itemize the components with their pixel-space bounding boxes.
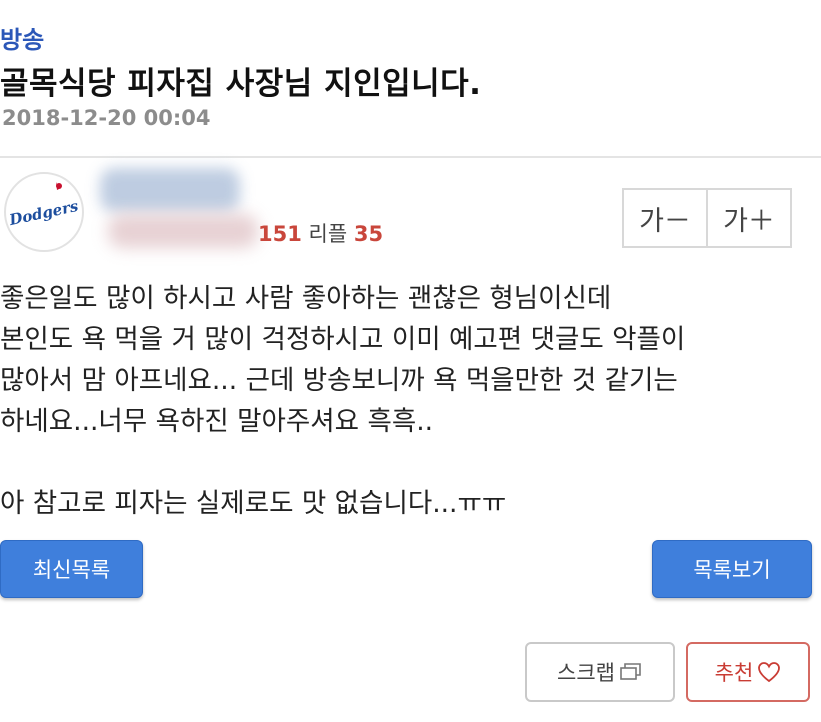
post-date: 2018-12-20 00:04	[2, 106, 211, 130]
font-size-control: 가－ 가＋	[622, 188, 792, 248]
body-line: 하네요...너무 욕하진 말아주셔요 흑흑..	[0, 406, 434, 437]
blurred-userinfo	[108, 214, 258, 248]
body-line: 많아서 맘 아프네요... 근데 방송보니까 욕 먹을만한 것 같기는	[0, 365, 678, 396]
author-avatar[interactable]: Dodgers	[4, 172, 84, 252]
header-divider	[0, 156, 821, 158]
body-line: 본인도 욕 먹을 거 많이 걱정하시고 이미 예고편 댓글도 악플이	[0, 324, 686, 355]
recommend-label: 추천	[714, 661, 754, 685]
font-increase-button[interactable]: 가＋	[706, 190, 790, 246]
scrap-button[interactable]: 스크랩	[525, 642, 675, 702]
post-title: 골목식당 피자집 사장님 지인입니다.	[0, 66, 482, 102]
reply-label: 리플	[308, 222, 348, 246]
recommend-button[interactable]: 추천	[686, 642, 810, 702]
body-line: 좋은일도 많이 하시고 사람 좋아하는 괜찮은 형님이신데	[0, 283, 612, 314]
blurred-username	[100, 168, 240, 212]
post-stats: 151 리플 35	[258, 218, 383, 248]
view-count: 151	[258, 222, 302, 246]
post-category[interactable]: 방송	[0, 20, 44, 55]
view-list-button[interactable]: 목록보기	[652, 540, 812, 598]
heart-icon	[757, 661, 781, 683]
scrap-icon	[619, 662, 643, 682]
dodgers-logo-icon: Dodgers	[7, 176, 80, 248]
latest-list-button[interactable]: 최신목록	[0, 540, 143, 598]
post-body: 좋은일도 많이 하시고 사람 좋아하는 괜찮은 형님이신데 본인도 욕 먹을 거…	[0, 278, 815, 524]
font-decrease-button[interactable]: 가－	[624, 190, 706, 246]
scrap-label: 스크랩	[557, 661, 615, 685]
body-line: 아 참고로 피자는 실제로도 맛 없습니다...ㅠㅠ	[0, 488, 507, 519]
reply-count: 35	[353, 222, 384, 246]
